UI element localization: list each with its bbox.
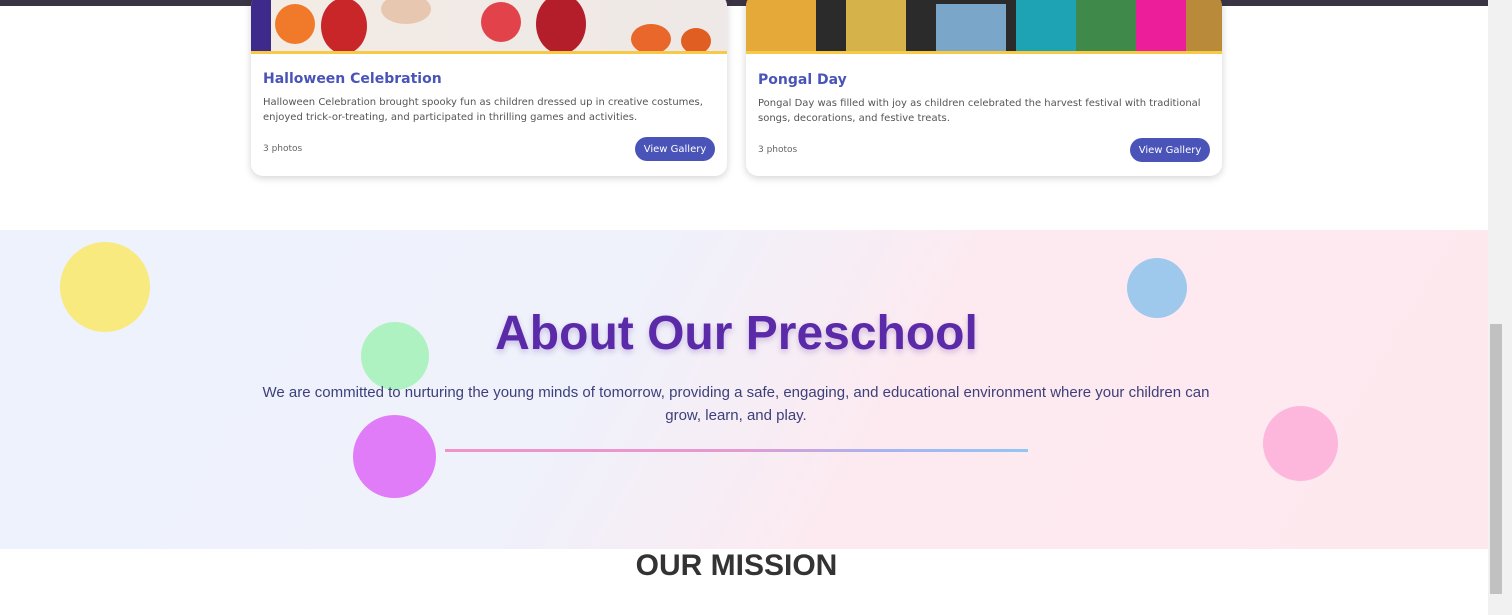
pumpkin-decoration-3 bbox=[681, 28, 711, 51]
child-costume-2 bbox=[536, 0, 586, 51]
card-title: Pongal Day bbox=[758, 72, 847, 88]
about-title: About Our Preschool bbox=[495, 307, 978, 360]
about-section: About Our Preschool We are committed to … bbox=[0, 230, 1488, 549]
card-title: Halloween Celebration bbox=[263, 71, 442, 87]
photo-count: 3 photos bbox=[263, 144, 303, 154]
child-dress bbox=[746, 0, 816, 51]
child-face bbox=[381, 0, 431, 24]
about-description: We are committed to nurturing the young … bbox=[262, 384, 1210, 424]
purple-circle-decoration bbox=[353, 415, 436, 498]
child-dress-3 bbox=[1076, 0, 1136, 51]
photo-count: 3 photos bbox=[758, 145, 798, 155]
view-gallery-button[interactable]: View Gallery bbox=[635, 137, 715, 161]
pumpkin-decoration-2 bbox=[631, 24, 671, 51]
gradient-divider bbox=[445, 449, 1028, 452]
decoration bbox=[481, 2, 521, 42]
pongal-photo bbox=[746, 0, 1222, 54]
pink-circle-decoration bbox=[1263, 406, 1338, 481]
card-description: Pongal Day was filled with joy as childr… bbox=[758, 98, 1201, 124]
pumpkin-decoration bbox=[275, 4, 315, 44]
scrollbar-thumb[interactable] bbox=[1490, 324, 1502, 594]
view-gallery-button[interactable]: View Gallery bbox=[1130, 138, 1210, 162]
child-shirt-2 bbox=[1016, 0, 1076, 51]
mission-title: OUR MISSION bbox=[635, 549, 838, 582]
child-shirt bbox=[936, 4, 1006, 51]
page-scrollbar[interactable] bbox=[1488, 0, 1512, 615]
child-dress-2 bbox=[846, 0, 906, 51]
child-dress-5 bbox=[1186, 0, 1222, 51]
gallery-card-halloween: Halloween Celebration Halloween Celebrat… bbox=[251, 0, 727, 176]
halloween-photo bbox=[251, 0, 727, 54]
child-costume bbox=[321, 0, 367, 51]
card-description: Halloween Celebration brought spooky fun… bbox=[263, 97, 703, 123]
gallery-card-pongal: Pongal Day Pongal Day was filled with jo… bbox=[746, 0, 1222, 176]
child-dress-4 bbox=[1136, 0, 1186, 51]
